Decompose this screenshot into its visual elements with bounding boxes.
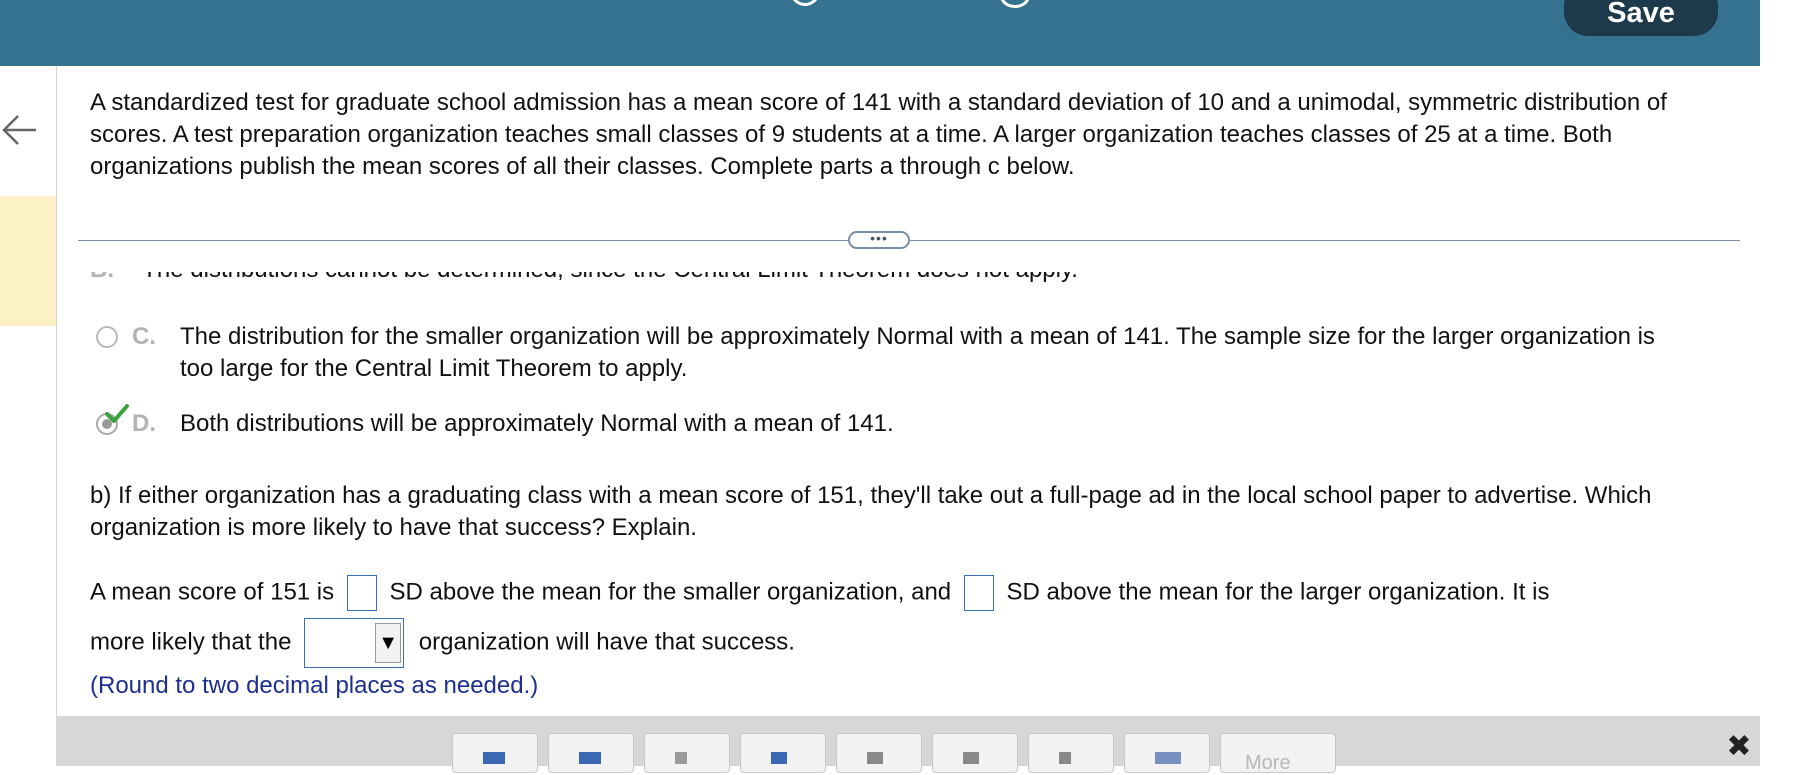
option-b-letter: B. (90, 272, 114, 283)
option-b[interactable]: B. The distributions cannot be determine… (90, 272, 1290, 296)
tool-mixed-number-button[interactable] (548, 733, 634, 773)
more-label: More (1245, 752, 1291, 774)
question-indicator (0, 196, 56, 326)
left-sidebar (0, 66, 57, 766)
answer-text-2: SD above the mean for the smaller organi… (389, 578, 952, 606)
fraction-icon (483, 752, 505, 764)
tool-parentheses-button[interactable] (1124, 733, 1210, 773)
question-text: A standardized test for graduate school … (90, 89, 1667, 180)
divider-handle[interactable]: ••• (848, 231, 910, 249)
header-partial-icon[interactable] (790, 0, 820, 6)
correct-check-icon (105, 404, 129, 423)
answer-text-1: A mean score of 151 is (90, 578, 335, 606)
decimal-icon (1059, 752, 1071, 764)
dropdown-arrow-icon[interactable]: ▼ (375, 623, 402, 663)
tool-absolute-value-button[interactable] (740, 733, 826, 773)
option-d-letter: D. (132, 410, 156, 437)
option-c-letter: C. (132, 323, 156, 350)
organization-dropdown[interactable]: ▼ (304, 618, 405, 668)
option-c-radio[interactable] (96, 326, 118, 348)
answer-line-2: more likely that the ▼ organization will… (90, 618, 1760, 668)
mixed-number-icon (579, 752, 601, 764)
part-b-prompt: b) If either organization has a graduati… (90, 482, 1652, 541)
smaller-org-sd-input[interactable] (346, 575, 377, 611)
nth-root-icon (963, 752, 979, 764)
answer-text-5: organization will have that success. (418, 628, 795, 656)
tool-nth-root-button[interactable] (932, 733, 1018, 773)
answer-line-1: A mean score of 151 is SD above the mean… (90, 575, 1760, 611)
exponent-icon (675, 752, 687, 764)
close-icon[interactable]: ✖ (1724, 732, 1754, 762)
larger-org-sd-input[interactable] (963, 575, 994, 611)
rounding-hint: (Round to two decimal places as needed.) (90, 672, 539, 699)
tool-fraction-button[interactable] (452, 733, 538, 773)
tool-exponent-button[interactable] (644, 733, 730, 773)
option-b-text: The distributions cannot be determined, … (142, 272, 1078, 283)
absolute-value-icon (771, 752, 787, 764)
square-root-icon (867, 752, 883, 764)
header-bar: Save (0, 0, 1760, 66)
option-c-text[interactable]: The distribution for the smaller organiz… (180, 321, 1660, 385)
back-arrow-icon[interactable] (0, 110, 40, 150)
answer-text-4: more likely that the (90, 628, 292, 656)
tool-decimal-button[interactable] (1028, 733, 1114, 773)
tool-square-root-button[interactable] (836, 733, 922, 773)
answer-text-3: SD above the mean for the larger organiz… (1006, 578, 1550, 606)
option-d-text[interactable]: Both distributions will be approximately… (180, 408, 1660, 440)
parentheses-icon (1155, 752, 1181, 764)
save-button[interactable]: Save (1564, 0, 1718, 36)
help-partial-icon[interactable] (1000, 0, 1030, 8)
tool-more-button[interactable]: More (1220, 733, 1336, 774)
